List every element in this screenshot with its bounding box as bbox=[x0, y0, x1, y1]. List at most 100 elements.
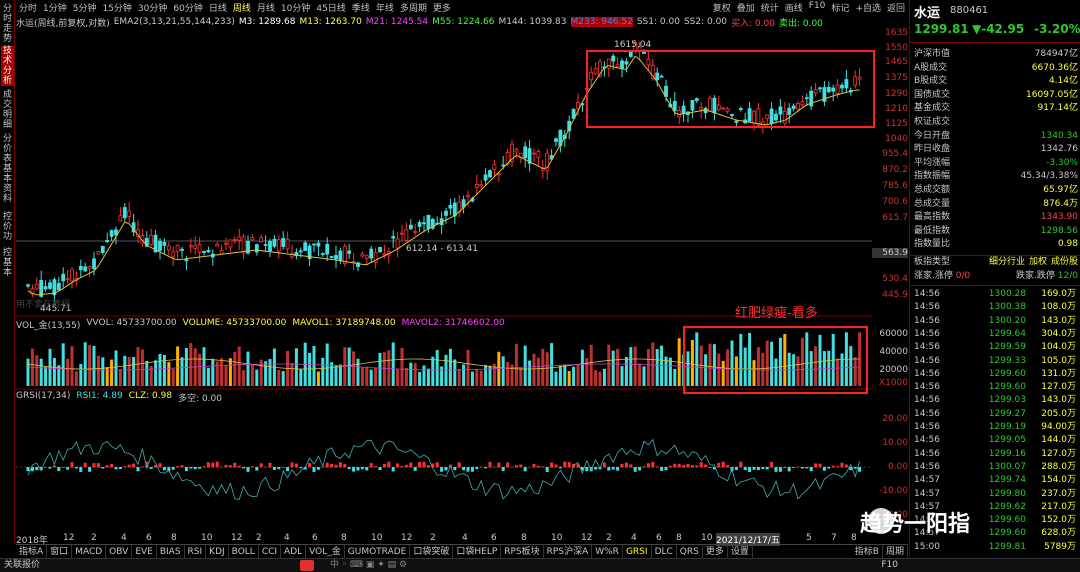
volume-bar bbox=[96, 355, 100, 386]
price-tick: 1290 bbox=[885, 89, 908, 99]
left-tab[interactable]: 分时走势 bbox=[1, 4, 14, 44]
left-tab[interactable]: 技术分析 bbox=[1, 46, 14, 86]
period-tab[interactable]: 30分钟 bbox=[135, 1, 170, 14]
period-tab[interactable]: 60分钟 bbox=[170, 1, 205, 14]
period-tab[interactable]: 多周期 bbox=[397, 1, 430, 14]
price-tick: 445.9 bbox=[882, 290, 908, 300]
indicator-tab[interactable]: GUMOTRADE bbox=[345, 545, 411, 558]
period-tab[interactable]: 月线 bbox=[254, 1, 278, 14]
grsi-bar bbox=[96, 463, 100, 468]
volume-bar bbox=[378, 352, 382, 386]
candle-body bbox=[184, 259, 189, 262]
period-tab[interactable]: 年线 bbox=[373, 1, 397, 14]
indicator-tab[interactable]: MACD bbox=[72, 545, 107, 558]
indicator-tab[interactable]: ADL bbox=[281, 545, 307, 558]
related-quote-label[interactable]: 关联报价 bbox=[4, 559, 40, 572]
f10-label[interactable]: F10 bbox=[881, 559, 898, 572]
toolbar-button[interactable]: 标记 bbox=[828, 1, 852, 14]
left-tab[interactable]: 控基本 bbox=[1, 248, 14, 278]
indicator-tab[interactable]: GRSI bbox=[623, 545, 652, 558]
indicator-b-tab[interactable]: 指标B bbox=[852, 545, 883, 558]
indicator-tab[interactable]: OBV bbox=[106, 545, 133, 558]
indicator-tab[interactable]: VOL_金 bbox=[306, 545, 345, 558]
indicator-tab[interactable]: 口袋HELP bbox=[453, 545, 502, 558]
period-tab[interactable]: 日线 bbox=[206, 1, 230, 14]
volume-bar bbox=[413, 363, 417, 386]
sogou-input-icon[interactable] bbox=[300, 560, 314, 571]
volume-bar bbox=[651, 342, 655, 386]
time-tick: 6 bbox=[312, 533, 318, 543]
candle-body bbox=[268, 240, 272, 252]
toolbar-button[interactable]: F10 bbox=[806, 1, 829, 14]
left-tab[interactable]: 分价表 bbox=[1, 134, 14, 164]
volume-bar bbox=[154, 360, 158, 386]
grsi-bar bbox=[686, 464, 690, 468]
indicator-tab[interactable]: QRS bbox=[677, 545, 703, 558]
time-tick: 8 bbox=[171, 533, 177, 543]
grsi-bar bbox=[426, 465, 430, 468]
indicator-tab[interactable]: W%R bbox=[592, 545, 623, 558]
period-tab[interactable]: 45日线 bbox=[313, 1, 348, 14]
grsi-bar bbox=[435, 462, 439, 468]
left-tab[interactable]: 成交明细 bbox=[1, 90, 14, 130]
indicator-tab[interactable]: RSI bbox=[185, 545, 207, 558]
volume-bar bbox=[536, 357, 540, 386]
period-tab[interactable]: 周线 bbox=[230, 1, 254, 14]
indicator-tab[interactable]: EVE bbox=[132, 545, 157, 558]
volume-bar bbox=[334, 365, 338, 386]
tick-time: 14:56 bbox=[914, 422, 940, 432]
indicator-tab[interactable]: RPS沪深A bbox=[544, 545, 593, 558]
grsi-bar bbox=[264, 466, 268, 468]
stat-row: B股成交 4.14亿 bbox=[914, 75, 1078, 88]
indicator-tab-list: 指标A 窗口 MACD OBV EVE BIAS RSI KDJ BOLL CCI ADL VOL_金… bbox=[16, 545, 753, 558]
period-tab[interactable]: 10分钟 bbox=[278, 1, 313, 14]
period-tab[interactable]: 5分钟 bbox=[70, 1, 100, 14]
left-tab[interactable]: 控价功 bbox=[1, 212, 14, 242]
indicator-tab[interactable]: 更多 bbox=[703, 545, 728, 558]
grsi-bar bbox=[514, 465, 518, 468]
time-tick: 6 bbox=[491, 533, 497, 543]
period-tab[interactable]: 1分钟 bbox=[40, 1, 70, 14]
tick-volume: 5789万 bbox=[1044, 541, 1076, 552]
period-tab[interactable]: 周期 bbox=[883, 545, 908, 558]
indicator-tab[interactable]: BIAS bbox=[157, 545, 185, 558]
indicator-tab[interactable]: 设置 bbox=[728, 545, 753, 558]
volume-bar bbox=[580, 349, 584, 386]
toolbar-button[interactable]: 复权 bbox=[710, 1, 734, 14]
plate-type-label: 板指类型 bbox=[914, 257, 951, 267]
candle-body bbox=[312, 243, 316, 246]
indicator-tab[interactable]: KDJ bbox=[206, 545, 229, 558]
indicator-tab[interactable]: 口袋突破 bbox=[410, 545, 454, 558]
tick-volume: 217.0万 bbox=[1041, 501, 1076, 512]
tick-time: 14:56 bbox=[914, 302, 940, 313]
period-tab[interactable]: 更多 bbox=[430, 1, 454, 14]
grsi-bar bbox=[92, 463, 96, 468]
left-tab[interactable]: 基本资料 bbox=[1, 164, 14, 204]
indicator-tab[interactable]: 指标A bbox=[16, 545, 48, 558]
indicator-tab[interactable]: BOLL bbox=[229, 545, 259, 558]
grsi-tick: 20.00 bbox=[882, 414, 908, 424]
period-tab[interactable]: 15分钟 bbox=[99, 1, 134, 14]
indicator-tab[interactable]: CCI bbox=[259, 545, 282, 558]
plate-link[interactable]: 细分行业 bbox=[989, 256, 1025, 269]
index-code: 880461 bbox=[950, 5, 989, 16]
price-tick: 1465 bbox=[885, 57, 908, 67]
indicator-tab[interactable]: 窗口 bbox=[47, 545, 73, 558]
grsi-bar bbox=[440, 467, 444, 472]
volume-tick: 20000 bbox=[879, 365, 908, 375]
toolbar-button[interactable]: 叠加 bbox=[734, 1, 758, 14]
period-tab[interactable]: 季线 bbox=[349, 1, 373, 14]
indicator-tab[interactable]: DLC bbox=[652, 545, 677, 558]
plate-link[interactable]: 成份股 bbox=[1051, 256, 1078, 269]
candle-body bbox=[444, 210, 448, 216]
tick-row: 14:56 1300.38 108.0万 bbox=[914, 301, 1078, 313]
toolbar-button[interactable]: 统计 bbox=[758, 1, 782, 14]
indicator-tab[interactable]: RPS板块 bbox=[501, 545, 544, 558]
grsi-bar bbox=[180, 465, 184, 468]
mavol2-value: MAVOL2: 31746602.00 bbox=[401, 318, 505, 328]
plate-link[interactable]: 加权 bbox=[1029, 256, 1047, 269]
period-tab[interactable]: 分时 bbox=[16, 1, 40, 14]
toolbar-button[interactable]: 画线 bbox=[782, 1, 806, 14]
tick-volume: 237.0万 bbox=[1041, 488, 1076, 499]
volume-bar bbox=[132, 357, 136, 386]
